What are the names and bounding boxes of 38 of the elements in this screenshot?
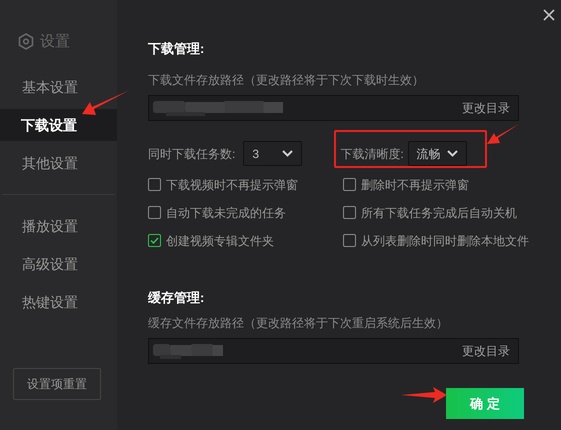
field-label: 下载文件存放路径（更改路径将于下次下载时生效） [148,72,425,88]
sidebar-item[interactable]: 高级设置 [0,248,117,280]
path-field[interactable]: 更改目录 [148,95,519,121]
checkbox[interactable] [148,206,161,219]
change-directory-button[interactable]: 更改目录 [462,342,510,360]
reset-button[interactable]: 设置项重置 [13,368,101,400]
change-directory-button[interactable]: 更改目录 [462,99,510,117]
checkbox[interactable] [343,234,356,247]
checkbox[interactable] [148,234,161,247]
checkbox-label: 自动下载未完成的任务 [166,204,286,222]
arrow-drawing [486,122,520,146]
checkbox-label: 所有下载任务完成后自动关机 [361,204,517,222]
hexagon-icon [18,33,34,51]
checkbox[interactable] [148,178,161,191]
chevron-down-icon [446,150,458,157]
dropdown[interactable]: 流畅 [408,141,467,166]
section-title: 下载管理: [148,40,206,58]
sidebar-item[interactable]: 下载设置 [0,109,117,141]
section-title: 缓存管理: [148,289,206,307]
checkbox-label: 从列表删除时同时删除本地文件 [361,232,529,250]
sidebar-item[interactable]: 热键设置 [0,286,117,318]
dropdown[interactable]: 3 [243,141,302,166]
path-field[interactable]: 更改目录 [148,338,519,364]
checkbox[interactable] [343,206,356,219]
field-label: 同时下载任务数: [148,146,236,162]
checkbox-label: 下载视频时不再提示弹窗 [166,176,298,194]
checkbox-label: 创建视频专辑文件夹 [166,232,274,250]
close-icon[interactable] [543,9,555,21]
checkbox-label: 删除时不再提示弹窗 [361,176,469,194]
sidebar-item[interactable]: 播放设置 [0,210,117,242]
sidebar-item[interactable]: 其他设置 [0,147,117,179]
field-label: 缓存文件存放路径（更改路径将于下次重启系统后生效） [148,315,449,331]
checkmark-icon [150,237,159,244]
sidebar-item[interactable]: 基本设置 [0,71,117,103]
field-label: 下载清晰度: [340,146,404,160]
sidebar-title: 设置 [40,32,70,52]
chevron-down-icon [282,150,294,157]
checkbox[interactable] [343,178,356,191]
